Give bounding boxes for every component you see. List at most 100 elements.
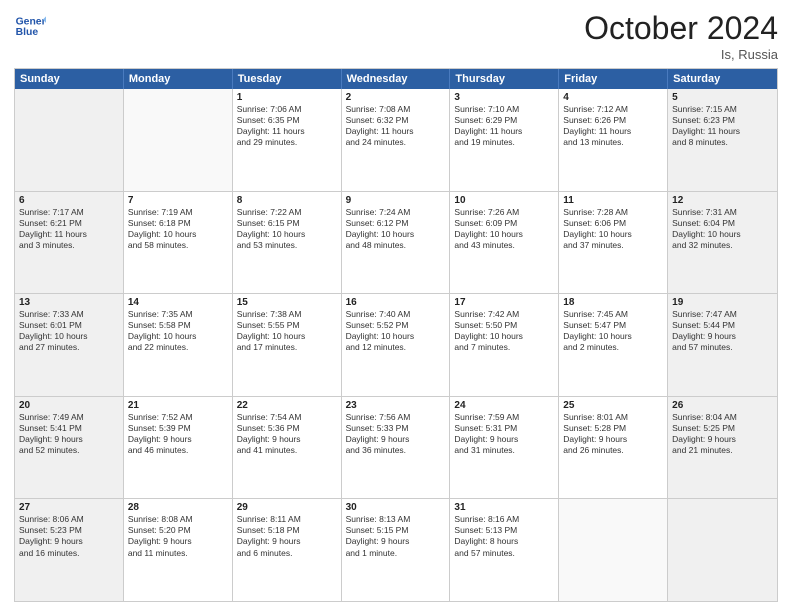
cell-line: and 41 minutes. xyxy=(237,445,337,456)
cell-line: Daylight: 9 hours xyxy=(237,536,337,547)
cell-line: Daylight: 10 hours xyxy=(237,229,337,240)
cell-line: and 21 minutes. xyxy=(672,445,773,456)
cell-line: and 19 minutes. xyxy=(454,137,554,148)
cell-line: and 48 minutes. xyxy=(346,240,446,251)
week-row-5: 27Sunrise: 8:06 AMSunset: 5:23 PMDayligh… xyxy=(15,499,777,601)
cell-line: and 46 minutes. xyxy=(128,445,228,456)
day-cell-30: 30Sunrise: 8:13 AMSunset: 5:15 PMDayligh… xyxy=(342,499,451,601)
day-number: 15 xyxy=(237,297,337,308)
day-number: 10 xyxy=(454,195,554,206)
cell-line: Sunset: 5:15 PM xyxy=(346,525,446,536)
cell-line: Daylight: 10 hours xyxy=(346,229,446,240)
day-cell-31: 31Sunrise: 8:16 AMSunset: 5:13 PMDayligh… xyxy=(450,499,559,601)
month-title: October 2024 xyxy=(584,10,778,47)
cell-line: Sunset: 5:25 PM xyxy=(672,423,773,434)
cell-line: and 37 minutes. xyxy=(563,240,663,251)
location: Is, Russia xyxy=(584,47,778,62)
day-cell-18: 18Sunrise: 7:45 AMSunset: 5:47 PMDayligh… xyxy=(559,294,668,396)
day-number: 1 xyxy=(237,92,337,103)
logo-icon: General Blue xyxy=(14,10,46,42)
cell-line: and 13 minutes. xyxy=(563,137,663,148)
cell-line: Sunset: 6:29 PM xyxy=(454,115,554,126)
week-row-3: 13Sunrise: 7:33 AMSunset: 6:01 PMDayligh… xyxy=(15,294,777,397)
cell-line: and 3 minutes. xyxy=(19,240,119,251)
cell-line: and 58 minutes. xyxy=(128,240,228,251)
day-cell-24: 24Sunrise: 7:59 AMSunset: 5:31 PMDayligh… xyxy=(450,397,559,499)
cell-line: and 8 minutes. xyxy=(672,137,773,148)
cell-line: Sunrise: 7:12 AM xyxy=(563,104,663,115)
cell-line: Daylight: 9 hours xyxy=(454,434,554,445)
day-number: 20 xyxy=(19,400,119,411)
cell-line: Sunset: 5:55 PM xyxy=(237,320,337,331)
cell-line: Daylight: 11 hours xyxy=(19,229,119,240)
cell-line: Sunrise: 8:06 AM xyxy=(19,514,119,525)
cell-line: and 6 minutes. xyxy=(237,548,337,559)
cell-line: Sunset: 5:13 PM xyxy=(454,525,554,536)
day-cell-4: 4Sunrise: 7:12 AMSunset: 6:26 PMDaylight… xyxy=(559,89,668,191)
day-number: 31 xyxy=(454,502,554,513)
day-number: 2 xyxy=(346,92,446,103)
day-cell-16: 16Sunrise: 7:40 AMSunset: 5:52 PMDayligh… xyxy=(342,294,451,396)
day-cell-7: 7Sunrise: 7:19 AMSunset: 6:18 PMDaylight… xyxy=(124,192,233,294)
cell-line: Daylight: 9 hours xyxy=(128,434,228,445)
day-number: 18 xyxy=(563,297,663,308)
cell-line: Daylight: 9 hours xyxy=(19,536,119,547)
day-header-friday: Friday xyxy=(559,69,668,89)
cell-line: and 43 minutes. xyxy=(454,240,554,251)
cell-line: Daylight: 10 hours xyxy=(454,229,554,240)
cell-line: Daylight: 9 hours xyxy=(563,434,663,445)
day-number: 26 xyxy=(672,400,773,411)
cell-line: Sunrise: 8:16 AM xyxy=(454,514,554,525)
title-block: October 2024 Is, Russia xyxy=(584,10,778,62)
cell-line: Sunset: 6:09 PM xyxy=(454,218,554,229)
cell-line: Daylight: 11 hours xyxy=(237,126,337,137)
cell-line: Sunset: 6:23 PM xyxy=(672,115,773,126)
cell-line: Sunrise: 7:19 AM xyxy=(128,207,228,218)
cell-line: Sunset: 5:41 PM xyxy=(19,423,119,434)
cell-line: Sunrise: 7:28 AM xyxy=(563,207,663,218)
cell-line: Sunrise: 7:17 AM xyxy=(19,207,119,218)
day-number: 21 xyxy=(128,400,228,411)
cell-line: and 2 minutes. xyxy=(563,342,663,353)
cell-line: and 26 minutes. xyxy=(563,445,663,456)
day-header-saturday: Saturday xyxy=(668,69,777,89)
cell-line: Sunrise: 8:13 AM xyxy=(346,514,446,525)
cell-line: Daylight: 10 hours xyxy=(128,331,228,342)
day-cell-27: 27Sunrise: 8:06 AMSunset: 5:23 PMDayligh… xyxy=(15,499,124,601)
cell-line: Daylight: 11 hours xyxy=(563,126,663,137)
cell-line: and 24 minutes. xyxy=(346,137,446,148)
cell-line: Sunset: 6:32 PM xyxy=(346,115,446,126)
day-cell-3: 3Sunrise: 7:10 AMSunset: 6:29 PMDaylight… xyxy=(450,89,559,191)
day-number: 19 xyxy=(672,297,773,308)
cell-line: Sunrise: 7:35 AM xyxy=(128,309,228,320)
header: General Blue October 2024 Is, Russia xyxy=(14,10,778,62)
day-header-tuesday: Tuesday xyxy=(233,69,342,89)
cell-line: Sunrise: 7:54 AM xyxy=(237,412,337,423)
cell-line: and 57 minutes. xyxy=(454,548,554,559)
cell-line: Sunset: 5:39 PM xyxy=(128,423,228,434)
page: General Blue October 2024 Is, Russia Sun… xyxy=(0,0,792,612)
cell-line: Sunset: 5:18 PM xyxy=(237,525,337,536)
empty-cell xyxy=(124,89,233,191)
cell-line: Daylight: 10 hours xyxy=(237,331,337,342)
cell-line: Daylight: 9 hours xyxy=(128,536,228,547)
day-cell-8: 8Sunrise: 7:22 AMSunset: 6:15 PMDaylight… xyxy=(233,192,342,294)
cell-line: Sunrise: 7:56 AM xyxy=(346,412,446,423)
day-cell-20: 20Sunrise: 7:49 AMSunset: 5:41 PMDayligh… xyxy=(15,397,124,499)
cell-line: Sunrise: 8:11 AM xyxy=(237,514,337,525)
svg-text:Blue: Blue xyxy=(16,27,39,38)
cell-line: Sunrise: 7:10 AM xyxy=(454,104,554,115)
cell-line: Daylight: 11 hours xyxy=(672,126,773,137)
cell-line: and 22 minutes. xyxy=(128,342,228,353)
day-number: 9 xyxy=(346,195,446,206)
cell-line: Sunrise: 7:49 AM xyxy=(19,412,119,423)
cell-line: Sunset: 5:36 PM xyxy=(237,423,337,434)
day-header-thursday: Thursday xyxy=(450,69,559,89)
cell-line: Daylight: 9 hours xyxy=(237,434,337,445)
cell-line: and 11 minutes. xyxy=(128,548,228,559)
day-number: 25 xyxy=(563,400,663,411)
day-header-sunday: Sunday xyxy=(15,69,124,89)
cell-line: Sunset: 6:15 PM xyxy=(237,218,337,229)
cell-line: Daylight: 11 hours xyxy=(346,126,446,137)
day-number: 8 xyxy=(237,195,337,206)
